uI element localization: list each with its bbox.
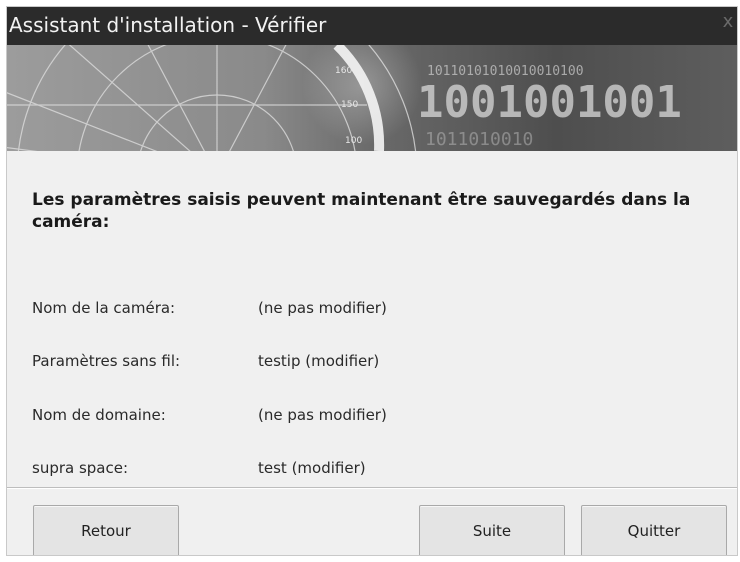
setting-label: Paramètres sans fil: — [32, 352, 181, 370]
setting-value: test (modifier) — [258, 459, 366, 477]
setting-value: testip (modifier) — [258, 352, 380, 370]
binary-digits-large: 1001001001 — [417, 77, 682, 128]
setting-value: (ne pas modifier) — [258, 406, 387, 424]
summary-heading: Les paramètres saisis peuvent maintenant… — [32, 190, 691, 232]
setting-label: Nom de la caméra: — [32, 299, 176, 317]
dial-mark-3: 100 — [345, 136, 362, 146]
summary-panel: Les paramètres saisis peuvent maintenant… — [7, 151, 737, 481]
close-icon[interactable]: x — [721, 11, 735, 33]
window-title: Assistant d'installation - Vérifier — [9, 13, 327, 37]
footer-divider — [7, 487, 737, 489]
setting-label: Nom de domaine: — [32, 406, 166, 424]
binary-digits-faded: 1011010010 — [425, 129, 533, 150]
setting-value: (ne pas modifier) — [258, 299, 387, 317]
setting-row-supra-space: supra space: test (modifier) — [32, 456, 712, 480]
dial-mark-2: 150 — [341, 100, 358, 110]
setting-row-camera-name: Nom de la caméra: (ne pas modifier) — [32, 296, 712, 320]
dial-mark-1: 160 — [335, 66, 352, 76]
title-bar: Assistant d'installation - Vérifier x — [7, 7, 737, 45]
setting-label: supra space: — [32, 459, 129, 477]
installation-wizard-window: Assistant d'installation - Vérifier x 16… — [6, 6, 738, 556]
setting-row-domain: Nom de domaine: (ne pas modifier) — [32, 403, 712, 427]
quit-button[interactable]: Quitter — [581, 505, 727, 555]
next-button[interactable]: Suite — [419, 505, 565, 555]
banner-graphic: 160 150 100 10110101010010010100 1001001… — [7, 45, 737, 151]
setting-row-wireless: Paramètres sans fil: testip (modifier) — [32, 349, 712, 373]
back-button[interactable]: Retour — [33, 505, 179, 555]
header-banner: 160 150 100 10110101010010010100 1001001… — [7, 45, 737, 151]
